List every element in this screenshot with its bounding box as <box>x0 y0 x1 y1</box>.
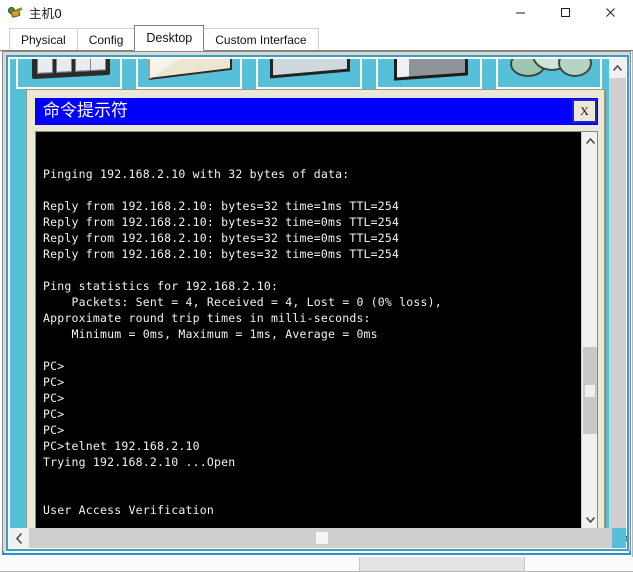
command-prompt-titlebar[interactable]: 命令提示符 X <box>35 98 598 125</box>
panel-horizontal-scroll-track[interactable] <box>29 528 615 548</box>
tab-physical[interactable]: Physical <box>9 28 78 51</box>
maximize-button[interactable] <box>543 0 588 25</box>
tab-desktop-label: Desktop <box>146 31 193 45</box>
titlebar-left-group: 主机0 <box>0 3 62 22</box>
desktop-panel: 命令提示符 X Pinging 192.168.2.10 with 32 byt… <box>2 51 631 553</box>
window-title: 主机0 <box>29 6 62 21</box>
window-status-border <box>2 551 631 555</box>
panel-horizontal-scroll-thumb[interactable] <box>29 528 615 548</box>
host-taskbar <box>0 557 633 571</box>
desktop-icon-tile-1[interactable] <box>16 59 122 89</box>
tab-desktop[interactable]: Desktop <box>134 25 205 51</box>
folder-art-icon <box>138 59 240 87</box>
command-prompt-dialog: 命令提示符 X Pinging 192.168.2.10 with 32 byt… <box>26 89 605 531</box>
cloud-art-icon <box>498 59 600 87</box>
application-window: 主机0 Physical Config Desktop Custom Inter… <box>0 0 633 572</box>
minimize-button[interactable] <box>498 0 543 25</box>
panel-vertical-scrollbar[interactable] <box>609 58 626 536</box>
taskbar-segment-1 <box>0 557 360 571</box>
console-scroll-thumb[interactable] <box>583 347 597 434</box>
taskbar-segment-2 <box>360 557 525 571</box>
panel-horizontal-scroll-thumb-grip <box>316 532 328 544</box>
desktop-inner-frame: 命令提示符 X Pinging 192.168.2.10 with 32 byt… <box>6 55 629 551</box>
console-scroll-down-icon[interactable] <box>582 511 597 528</box>
desktop-icon-tile-2[interactable] <box>136 59 242 89</box>
console-text: Pinging 192.168.2.10 with 32 bytes of da… <box>43 166 442 517</box>
tab-custom-interface-label: Custom Interface <box>215 32 307 47</box>
console-vertical-scrollbar[interactable] <box>581 132 597 528</box>
panel-vertical-scroll-track[interactable] <box>609 78 626 536</box>
desktop-icon-tile-5[interactable] <box>496 59 602 89</box>
window-controls <box>498 0 633 25</box>
desktop-icon-tile-4[interactable] <box>376 59 482 89</box>
console-scroll-thumb-grip <box>585 384 595 397</box>
packet-tracer-pc-icon <box>7 5 23 21</box>
window-art-icon <box>18 59 120 87</box>
tab-custom-interface[interactable]: Custom Interface <box>203 28 319 51</box>
taskbar-segment-3 <box>525 557 633 571</box>
tab-config-label: Config <box>88 32 124 47</box>
console-output-area[interactable]: Pinging 192.168.2.10 with 32 bytes of da… <box>35 131 598 529</box>
screen-art-icon <box>258 59 360 87</box>
panel-scroll-corner <box>612 528 626 548</box>
command-prompt-title: 命令提示符 <box>43 101 128 121</box>
panel-scroll-left-icon[interactable] <box>9 528 29 548</box>
command-prompt-close-icon[interactable]: X <box>572 99 597 123</box>
window-titlebar: 主机0 <box>0 0 633 25</box>
tab-bar: Physical Config Desktop Custom Interface <box>0 25 633 51</box>
panel-horizontal-scrollbar[interactable] <box>9 528 627 548</box>
desktop-canvas: 命令提示符 X Pinging 192.168.2.10 with 32 byt… <box>10 59 610 531</box>
panel-scroll-up-icon[interactable] <box>609 58 626 78</box>
close-button[interactable] <box>588 0 633 25</box>
tab-config[interactable]: Config <box>76 28 136 51</box>
tab-physical-label: Physical <box>21 32 66 47</box>
desktop-icon-tile-3[interactable] <box>256 59 362 89</box>
command-prompt-close-label: X <box>580 103 589 118</box>
monitor-art-icon <box>378 59 480 87</box>
console-scroll-up-icon[interactable] <box>582 132 597 149</box>
